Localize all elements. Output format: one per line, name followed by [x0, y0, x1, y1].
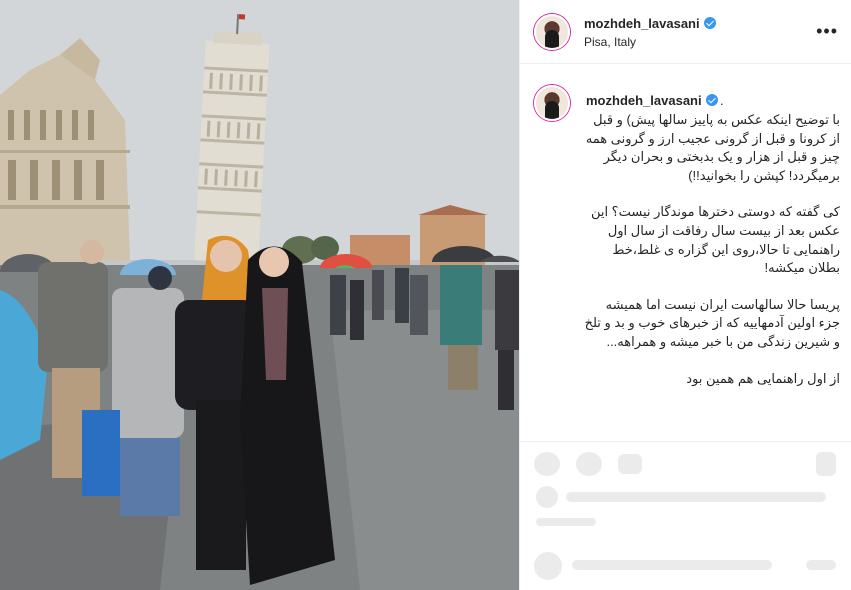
share-icon[interactable] [618, 454, 642, 474]
emoji-icon[interactable] [534, 552, 562, 580]
likes-line [566, 492, 826, 502]
post-header: mozhdeh_lavasani Pisa, Italy ••• [520, 0, 851, 64]
caption-paragraph: از اول راهنمایی هم همین بود [686, 370, 840, 386]
liker-avatar [536, 486, 558, 508]
post-location[interactable]: Pisa, Italy [584, 35, 636, 49]
caption-section: mozhdeh_lavasani . با توضیح اینکه عکس به… [520, 65, 851, 441]
comment-input[interactable] [572, 560, 772, 570]
caption-dot: . [720, 93, 724, 108]
author-username[interactable]: mozhdeh_lavasani [584, 16, 716, 31]
caption-avatar[interactable] [534, 85, 570, 121]
author-avatar[interactable] [534, 14, 570, 50]
caption-paragraph: پریسا حالا سالهاست ایران نیست اما همیشه … [584, 296, 840, 349]
timestamp-line [536, 518, 596, 526]
caption-verified-badge-icon [705, 94, 718, 106]
post-photo[interactable] [0, 0, 519, 590]
author-username-text[interactable]: mozhdeh_lavasani [584, 16, 700, 31]
more-options-icon[interactable]: ••• [816, 22, 838, 40]
photo-illustration [0, 0, 519, 590]
bookmark-icon[interactable] [816, 452, 836, 476]
caption-text: با توضیح اینکه عکس به پاییز سالها پیش) و… [584, 111, 840, 406]
caption-username-text[interactable]: mozhdeh_lavasani [586, 93, 702, 108]
actions-area [520, 441, 851, 590]
caption-paragraph: با توضیح اینکه عکس به پاییز سالها پیش) و… [585, 112, 840, 183]
post-side-panel: mozhdeh_lavasani Pisa, Italy ••• mozhdeh… [519, 0, 851, 590]
heart-icon[interactable] [534, 452, 560, 476]
post-comment-button[interactable] [806, 560, 836, 570]
comment-icon[interactable] [576, 452, 602, 476]
caption-username[interactable]: mozhdeh_lavasani [586, 93, 718, 108]
caption-paragraph: کی گفته که دوستی دخترها موندگار نیست؟ ای… [590, 204, 840, 276]
verified-badge-icon [703, 17, 716, 29]
